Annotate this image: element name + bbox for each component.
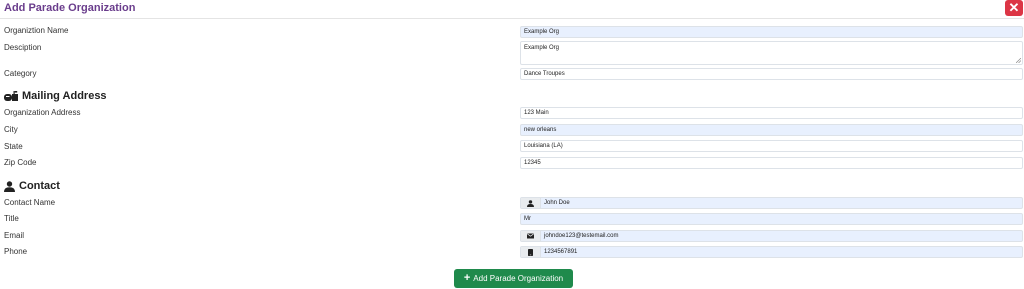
- description-label: Desciption: [4, 43, 42, 52]
- contact-name-field[interactable]: John Doe: [520, 197, 1023, 209]
- modal-header: Add Parade Organization ✕: [0, 0, 1024, 19]
- title-input[interactable]: Mr: [520, 213, 1023, 225]
- phone-label: Phone: [4, 247, 28, 256]
- email-addon: [521, 231, 541, 241]
- category-label: Category: [4, 69, 37, 78]
- zip-input[interactable]: 12345: [520, 157, 1023, 169]
- category-select[interactable]: Dance Troupes: [520, 68, 1023, 80]
- contact-name-addon: [521, 198, 541, 208]
- contact-name-label: Contact Name: [4, 198, 56, 207]
- phone-input[interactable]: 1234567891: [541, 247, 577, 257]
- phone-icon: [528, 248, 533, 256]
- contact-section-title: Contact: [19, 180, 60, 192]
- state-label: State: [4, 142, 23, 151]
- email-input[interactable]: johndoe123@testemail.com: [541, 231, 618, 241]
- modal-title: Add Parade Organization: [4, 2, 136, 14]
- contact-section-heading: Contact: [4, 180, 60, 192]
- org-name-input[interactable]: Example Org: [520, 26, 1023, 38]
- address-input[interactable]: 123 Main: [520, 107, 1023, 119]
- description-text: Example Org: [524, 45, 560, 51]
- email-field[interactable]: johndoe123@testemail.com: [520, 230, 1023, 242]
- zip-label: Zip Code: [4, 158, 37, 167]
- envelope-icon: [527, 233, 534, 239]
- org-name-label: Organiztion Name: [4, 26, 69, 35]
- user-icon: [4, 180, 15, 192]
- mailbox-icon: [4, 90, 18, 101]
- title-label: Title: [4, 214, 19, 223]
- add-parade-organization-button[interactable]: + Add Parade Organization: [454, 269, 573, 288]
- plus-icon: +: [463, 272, 471, 284]
- submit-label: Add Parade Organization: [473, 274, 564, 283]
- city-input[interactable]: new orleans: [520, 124, 1023, 136]
- contact-name-input[interactable]: John Doe: [541, 198, 570, 208]
- mailing-section-heading: Mailing Address: [4, 90, 107, 102]
- phone-field[interactable]: 1234567891: [520, 246, 1023, 258]
- email-label: Email: [4, 231, 25, 240]
- resize-handle-icon[interactable]: [1016, 58, 1021, 63]
- mailing-section-title: Mailing Address: [22, 90, 107, 102]
- close-button[interactable]: ✕: [1005, 0, 1023, 16]
- description-textarea[interactable]: Example Org: [520, 41, 1023, 65]
- city-label: City: [4, 125, 18, 134]
- phone-addon: [521, 247, 541, 257]
- address-label: Organization Address: [4, 108, 81, 117]
- user-icon: [527, 199, 534, 207]
- state-select[interactable]: Louisiana (LA): [520, 140, 1023, 152]
